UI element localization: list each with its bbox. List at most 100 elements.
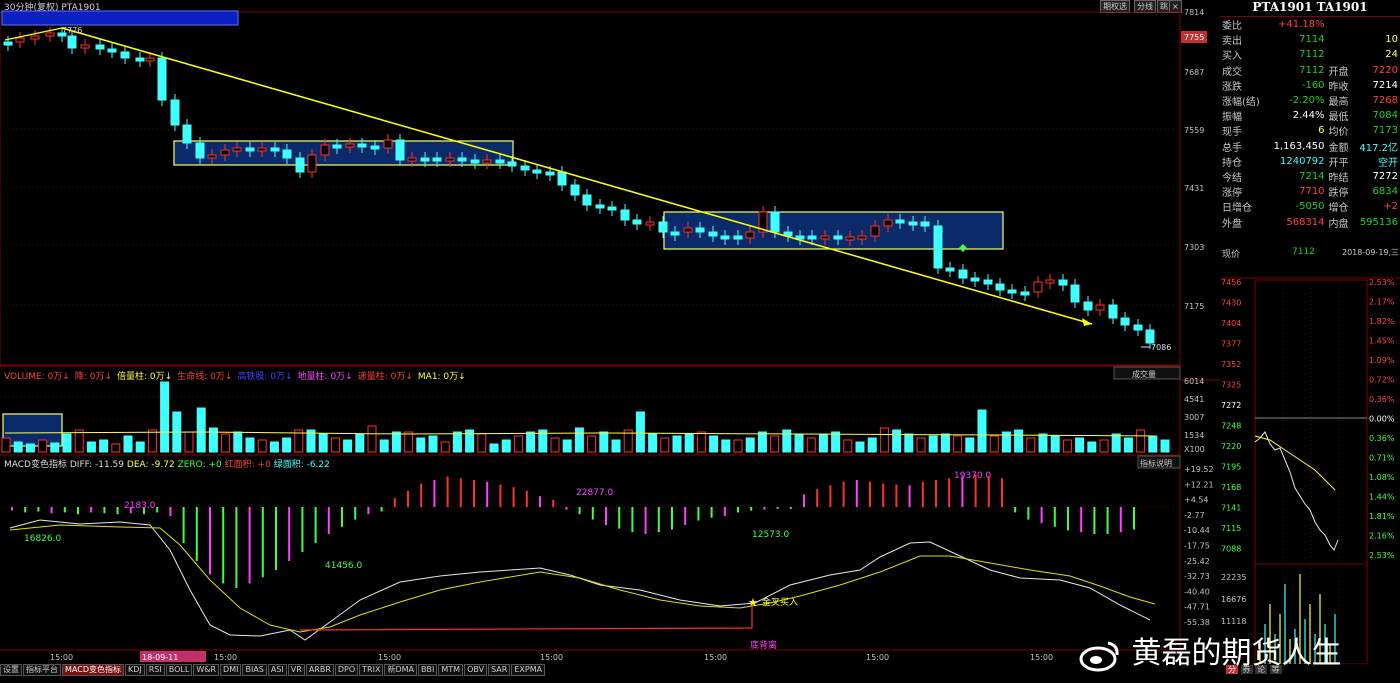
candle-body [1120, 317, 1130, 326]
price-axis-label: 7559 [1184, 126, 1204, 135]
quote-row: 委比 +41.18% [1220, 17, 1400, 32]
indicator-tab[interactable]: KDJ [124, 664, 145, 676]
indicator-tab[interactable]: MTM [438, 664, 464, 676]
macd-axis-label: -32.73 [1184, 572, 1210, 581]
volume-bar [257, 439, 267, 453]
quote-row: 外盘 568314 内盘 595136 [1220, 214, 1400, 230]
indicator-tab[interactable]: DMI [220, 664, 242, 676]
indicator-tab[interactable]: MACD变色指标 [62, 664, 124, 676]
time-axis: 18-09-11 15:00 15:00 15:00 15:00 15:00 1… [50, 651, 1053, 662]
time-label: 15:00 [704, 653, 727, 662]
indicator-tab[interactable]: BBI [418, 664, 438, 676]
indicator-tab[interactable]: 指标平台 [23, 664, 61, 676]
volume-axis-label: 1534 [1184, 431, 1204, 440]
kline-chart-area[interactable]: 7776 7086 7814 7755 7687 7559 7431 7303 … [0, 0, 1220, 664]
volume-bar [1062, 439, 1072, 453]
macd-axis-label: -55.38 [1184, 618, 1210, 627]
volume-legend-item: VOLUME: 0万↓ [4, 372, 70, 382]
indicator-tab[interactable]: RSI [145, 664, 165, 676]
volume-bar [123, 435, 133, 453]
indicator-tab[interactable]: EXPMA [511, 664, 546, 676]
quote-value: 7112 [1299, 64, 1325, 76]
indicator-tab[interactable]: W&R [193, 664, 220, 676]
indicator-tab[interactable]: ASI [267, 664, 287, 676]
candle-body [958, 269, 968, 279]
candle-body [407, 157, 417, 162]
quote-label: 昨结 [1328, 172, 1349, 184]
macd-annotation: 16826.0 [24, 534, 61, 544]
volume-bar [343, 439, 353, 453]
quote-value: +41.18% [1278, 19, 1325, 31]
candle-body [432, 157, 442, 162]
indicator-tab[interactable]: BIAS [242, 664, 267, 676]
candle-body [482, 159, 492, 164]
candle-body [30, 35, 40, 40]
volume-bar [684, 433, 694, 453]
volume-bar [416, 437, 426, 453]
indicator-tab[interactable]: VR [287, 664, 305, 676]
minute-chart[interactable]: 7456 7430 7404 7377 7352 7325 7272 7248 7220 7195… [1220, 260, 1400, 664]
indicator-help-label[interactable]: 指标说明 [1140, 458, 1172, 468]
minute-vol-label: 16676 [1221, 595, 1246, 604]
macd-annotation: 12573.0 [752, 530, 789, 540]
indicator-tab[interactable]: TRIX [359, 664, 384, 676]
quote-row: 总手 1,163,450 金额 417.2亿 [1220, 139, 1400, 154]
minute-right-label: 1.45% [1369, 337, 1395, 346]
minute-right-label: 1.81% [1369, 512, 1395, 521]
minute-left-label: 7195 [1221, 463, 1241, 472]
volume-bar [867, 437, 877, 453]
quote-label: 现手 [1222, 127, 1242, 139]
volume-bar [574, 427, 584, 453]
quote-row: 成交 7112 开盘 7220 [1220, 63, 1400, 78]
red-area-value: 红面积: +0 [224, 460, 271, 470]
candle-body [970, 277, 980, 282]
indicator-tab[interactable]: SAR [488, 664, 511, 676]
volume-button-label[interactable]: 成交量 [1132, 369, 1156, 379]
volume-bar [1026, 437, 1036, 453]
candle-body [1070, 284, 1080, 303]
candle-body [733, 235, 743, 240]
volume-bar [757, 431, 767, 453]
volume-legend-item: 递量柱: 0万↓ [357, 372, 413, 382]
quote-label: 今结 [1222, 172, 1242, 184]
price-grid [0, 71, 1180, 444]
volume-bar [818, 433, 828, 453]
indicator-tab[interactable]: BOLL [165, 664, 193, 676]
candle-body [908, 221, 918, 226]
volume-bar [1136, 429, 1146, 453]
candle-body [270, 147, 280, 152]
quote-value: 6 [1318, 125, 1325, 137]
volume-bar [355, 433, 365, 453]
volume-bar [160, 381, 170, 453]
candle-body [1108, 304, 1118, 319]
quote-label: 振幅 [1222, 112, 1242, 124]
indicator-tab[interactable]: ARBR [305, 664, 334, 676]
minute-right-label: 0.00% [1369, 415, 1395, 424]
candle-body [307, 154, 317, 173]
minute-vol-axis: 22235 16676 11118 [1221, 573, 1246, 626]
price-axis-label: 7755 [1184, 33, 1204, 42]
macd-annotation: 2183.0 [124, 501, 156, 511]
minute-right-axis: 2.53% 2.17% 1.82% 1.45% 1.09% 0.72% 0.36% 0.00%… [1369, 278, 1395, 560]
minute-left-label: 7456 [1221, 278, 1241, 287]
indicator-tab[interactable]: 设置 [0, 664, 22, 676]
time-label: 15:00 [214, 653, 237, 662]
candle-body [1007, 289, 1017, 294]
volume-legend-item: 生命线: 0万↓ [177, 372, 233, 382]
volume-bar [513, 435, 523, 453]
volume-bar [892, 429, 902, 453]
time-label: 15:00 [540, 653, 563, 662]
quote-label: 日增仓 [1222, 203, 1252, 215]
volume-bar [1014, 429, 1024, 453]
candle-body [120, 51, 130, 59]
volume-bar [501, 439, 511, 453]
indicator-tab[interactable]: OBV [464, 664, 488, 676]
quote-label: 总手 [1222, 142, 1242, 154]
volume-bar [1099, 439, 1109, 453]
indicator-tabs: 设置 指标平台 MACD变色指标 KDJ RSI BOLL W&R DMI BIAS ASI VR A… [0, 664, 1070, 676]
indicator-tab[interactable]: DPO [334, 664, 359, 676]
candle-body [370, 145, 380, 150]
quote-label: 昨收 [1328, 81, 1349, 93]
indicator-tab[interactable]: 新DMA [384, 664, 418, 676]
candle-body [107, 48, 117, 53]
